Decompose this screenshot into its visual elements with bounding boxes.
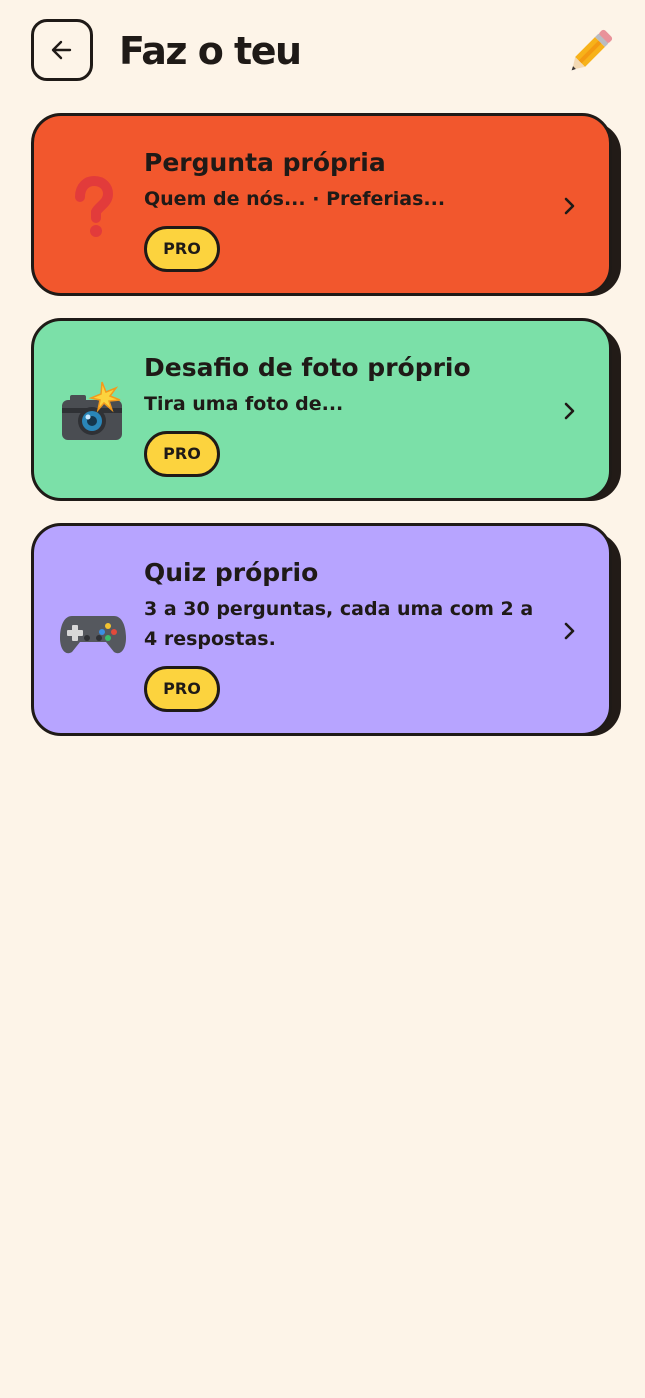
card-title: Desafio de foto próprio bbox=[144, 353, 471, 382]
card-title: Pergunta própria bbox=[144, 148, 386, 177]
pencil-icon bbox=[571, 29, 613, 71]
game-controller-icon bbox=[60, 616, 126, 654]
card-subtitle: Quem de nós... · Preferias... bbox=[144, 188, 446, 210]
chevron-right-icon bbox=[564, 402, 575, 420]
question-mark-icon bbox=[75, 175, 114, 237]
camera-flash-icon bbox=[62, 381, 122, 440]
own-quiz-card[interactable]: Quiz próprio 3 a 30 perguntas, cada uma … bbox=[31, 523, 612, 736]
card-list: Pergunta própria Quem de nós... · Prefer… bbox=[31, 113, 621, 758]
header: Faz o teu bbox=[0, 0, 645, 104]
card-own-photo-challenge: Desafio de foto próprio Tira uma foto de… bbox=[31, 318, 621, 501]
back-button[interactable] bbox=[31, 19, 93, 81]
card-own-quiz: Quiz próprio 3 a 30 perguntas, cada uma … bbox=[31, 523, 621, 736]
card-subtitle: Tira uma foto de... bbox=[144, 393, 344, 415]
chevron-right-icon bbox=[564, 622, 575, 640]
page-title: Faz o teu bbox=[119, 29, 302, 73]
card-subtitle: 3 a 30 perguntas, cada uma com 2 a 4 res… bbox=[144, 598, 534, 650]
pro-badge: PRO bbox=[144, 226, 220, 272]
pro-badge: PRO bbox=[144, 666, 220, 712]
card-title: Quiz próprio bbox=[144, 558, 319, 587]
card-own-question: Pergunta própria Quem de nós... · Prefer… bbox=[31, 113, 621, 296]
pro-badge: PRO bbox=[144, 431, 220, 477]
own-photo-challenge-card[interactable]: Desafio de foto próprio Tira uma foto de… bbox=[31, 318, 612, 501]
own-question-card[interactable]: Pergunta própria Quem de nós... · Prefer… bbox=[31, 113, 612, 296]
arrow-left-icon bbox=[51, 40, 72, 60]
chevron-right-icon bbox=[564, 197, 575, 215]
